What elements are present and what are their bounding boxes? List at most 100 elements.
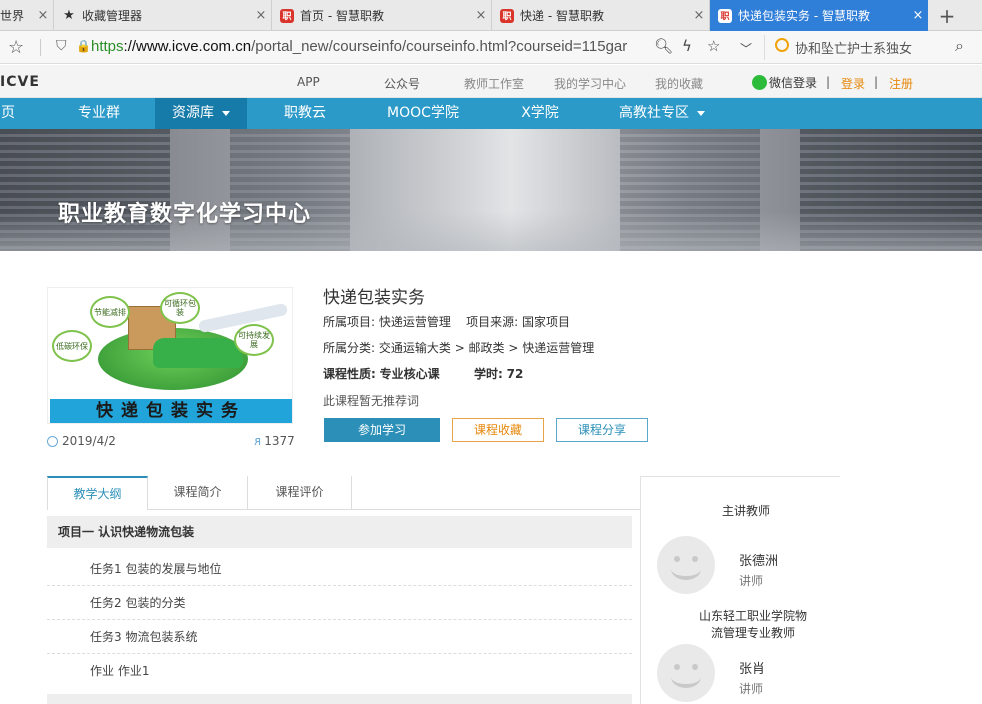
browser-tab-3[interactable]: 职 首页 - 智慧职教 × bbox=[272, 0, 492, 31]
date-value: 2019/4/2 bbox=[62, 434, 116, 448]
caret-down-icon bbox=[697, 110, 705, 116]
favorite-course-button[interactable]: 课程收藏 bbox=[452, 418, 544, 442]
browser-tab-2[interactable]: ★ 收藏管理器 × bbox=[54, 0, 272, 31]
category-value: 交通运输大类 > 邮政类 > 快递运营管理 bbox=[378, 341, 595, 355]
syllabus-unit-next[interactable] bbox=[47, 694, 632, 704]
search-icon[interactable]: ⌕ bbox=[955, 36, 964, 56]
browser-tab-bar: 世界 × ★ 收藏管理器 × 职 首页 - 智慧职教 × 职 快递 - 智慧职教… bbox=[0, 0, 982, 31]
shield-icon[interactable]: ⛉ bbox=[56, 38, 67, 54]
project-label: 所属项目: bbox=[323, 315, 376, 329]
tab-reviews[interactable]: 课程评价 bbox=[248, 476, 352, 510]
caret-down-icon bbox=[222, 110, 230, 116]
teacher-name[interactable]: 张德洲 bbox=[739, 550, 778, 569]
site-logo[interactable]: ICVE bbox=[0, 74, 40, 90]
car-shape bbox=[153, 338, 243, 368]
lock-icon: 🔒 bbox=[76, 39, 91, 53]
icve-logo-icon: 职 bbox=[718, 8, 732, 23]
syllabus-unit[interactable]: 项目一 认识快递物流包装 bbox=[47, 516, 632, 548]
hours-value: 72 bbox=[506, 367, 524, 381]
tab-syllabus[interactable]: 教学大纲 bbox=[47, 476, 148, 510]
syllabus-task[interactable]: 任务2 包装的分类 bbox=[47, 586, 632, 620]
nav-major-group[interactable]: 专业群 bbox=[58, 98, 140, 129]
course-nature-line: 课程性质: 专业核心课 学时: 72 bbox=[323, 365, 523, 382]
course-title: 快递包装实务 bbox=[323, 288, 425, 308]
register-link[interactable]: 注册 bbox=[889, 75, 913, 92]
browser-tab-1[interactable]: 世界 × bbox=[0, 0, 54, 31]
teacher-role: 讲师 bbox=[739, 682, 764, 696]
address-bar: ☆ ⛉ 🔒 https://www.icve.com.cn/portal_new… bbox=[0, 31, 982, 64]
close-icon[interactable]: × bbox=[251, 8, 271, 23]
course-date: 2019/4/2 bbox=[47, 434, 116, 448]
share-course-button[interactable]: 课程分享 bbox=[556, 418, 648, 442]
avatar-mouth bbox=[671, 666, 701, 688]
site-top-bar: ICVE APP 公众号 教师工作室 我的学习中心 我的收藏 微信登录 | 登录… bbox=[0, 65, 982, 98]
nav-mooc[interactable]: MOOC学院 bbox=[378, 98, 468, 129]
category-label: 所属分类: bbox=[323, 341, 376, 355]
nav-hep-zone[interactable]: 高教社专区 bbox=[612, 98, 712, 129]
teacher-avatar[interactable] bbox=[657, 644, 715, 702]
nav-label: 资源库 bbox=[172, 105, 214, 121]
cover-bubble: 可持续发展 bbox=[234, 324, 274, 356]
separator: | bbox=[826, 75, 831, 89]
nav-label: X学院 bbox=[521, 105, 559, 121]
new-tab-button[interactable]: + bbox=[932, 0, 962, 31]
wechat-login-link[interactable]: 微信登录 bbox=[752, 74, 817, 91]
nav-resource-library[interactable]: 资源库 bbox=[155, 98, 247, 129]
nav-label: 职教云 bbox=[284, 105, 326, 121]
separator: | bbox=[874, 75, 879, 89]
users-icon: ᴙ bbox=[254, 434, 262, 448]
syllabus-task[interactable]: 任务1 包装的发展与地位 bbox=[47, 552, 632, 586]
avatar-mouth bbox=[671, 558, 701, 580]
syllabus-task[interactable]: 任务3 物流包装系统 bbox=[47, 620, 632, 654]
tab-label: 首页 - 智慧职教 bbox=[300, 9, 384, 23]
lightning-icon[interactable]: ϟ bbox=[682, 37, 692, 55]
close-icon[interactable]: × bbox=[471, 8, 491, 23]
learning-center-link[interactable]: 我的学习中心 bbox=[554, 75, 626, 92]
nature-label: 课程性质: bbox=[323, 367, 376, 381]
search-engine-icon bbox=[775, 38, 789, 52]
tab-introduction[interactable]: 课程简介 bbox=[148, 476, 248, 510]
teacher-role: 讲师 bbox=[739, 574, 764, 588]
app-link[interactable]: APP bbox=[297, 75, 320, 89]
nav-icve-cloud[interactable]: 职教云 bbox=[270, 98, 340, 129]
chevron-down-icon[interactable]: ﹀ bbox=[740, 40, 752, 57]
divider bbox=[640, 476, 840, 477]
zoom-search-icon[interactable]: 🔍︎ bbox=[654, 37, 673, 55]
url-field[interactable]: https://www.icve.com.cn/portal_new/cours… bbox=[91, 38, 643, 55]
nature-value: 专业核心课 bbox=[379, 367, 440, 381]
course-project-line: 所属项目: 快递运营管理 项目来源: 国家项目 bbox=[323, 313, 570, 330]
close-icon[interactable]: × bbox=[689, 8, 709, 23]
syllabus-assignment[interactable]: 作业 作业1 bbox=[47, 654, 632, 688]
browser-search-box[interactable]: 协和坠亡护士系独女 ⌕ bbox=[764, 35, 982, 60]
wechat-account-link[interactable]: 公众号 bbox=[384, 75, 420, 92]
login-link[interactable]: 登录 bbox=[841, 75, 865, 92]
browser-tab-5-active[interactable]: 职 快递包装实务 - 智慧职教 × bbox=[710, 0, 928, 31]
teacher-studio-link[interactable]: 教师工作室 bbox=[464, 75, 524, 92]
close-icon[interactable]: × bbox=[908, 8, 928, 23]
cover-bubble: 可循环包装 bbox=[160, 292, 200, 324]
teacher-name[interactable]: 张肖 bbox=[739, 658, 765, 677]
tab-label: 收藏管理器 bbox=[82, 9, 143, 23]
nav-label: 专业群 bbox=[78, 105, 120, 121]
browser-tab-4[interactable]: 职 快递 - 智慧职教 × bbox=[492, 0, 710, 31]
my-favorites-link[interactable]: 我的收藏 bbox=[655, 75, 703, 92]
course-category-line: 所属分类: 交通运输大类 > 邮政类 > 快递运营管理 bbox=[323, 339, 594, 356]
star-icon: ★ bbox=[63, 8, 75, 23]
teachers-heading: 主讲教师 bbox=[722, 504, 771, 518]
tab-label: 快递 - 智慧职教 bbox=[520, 9, 604, 23]
join-course-button[interactable]: 参加学习 bbox=[324, 418, 440, 442]
project-value[interactable]: 快递运营管理 bbox=[379, 315, 451, 329]
nav-x-college[interactable]: X学院 bbox=[508, 98, 572, 129]
favorite-star-icon[interactable]: ☆ bbox=[707, 37, 720, 55]
bookmark-star-icon[interactable]: ☆ bbox=[8, 37, 24, 58]
nav-home[interactable]: 页 bbox=[0, 98, 20, 129]
learner-count-value: 1377 bbox=[264, 434, 295, 448]
learner-count: ᴙ 1377 bbox=[254, 434, 295, 448]
wechat-icon bbox=[752, 75, 767, 90]
divider bbox=[640, 476, 641, 704]
cover-bubble: 节能减排 bbox=[90, 296, 130, 328]
teacher-avatar[interactable] bbox=[657, 536, 715, 594]
close-icon[interactable]: × bbox=[33, 8, 53, 23]
icve-logo-icon: 职 bbox=[500, 8, 514, 23]
cover-bubble: 低碳环保 bbox=[52, 330, 92, 362]
